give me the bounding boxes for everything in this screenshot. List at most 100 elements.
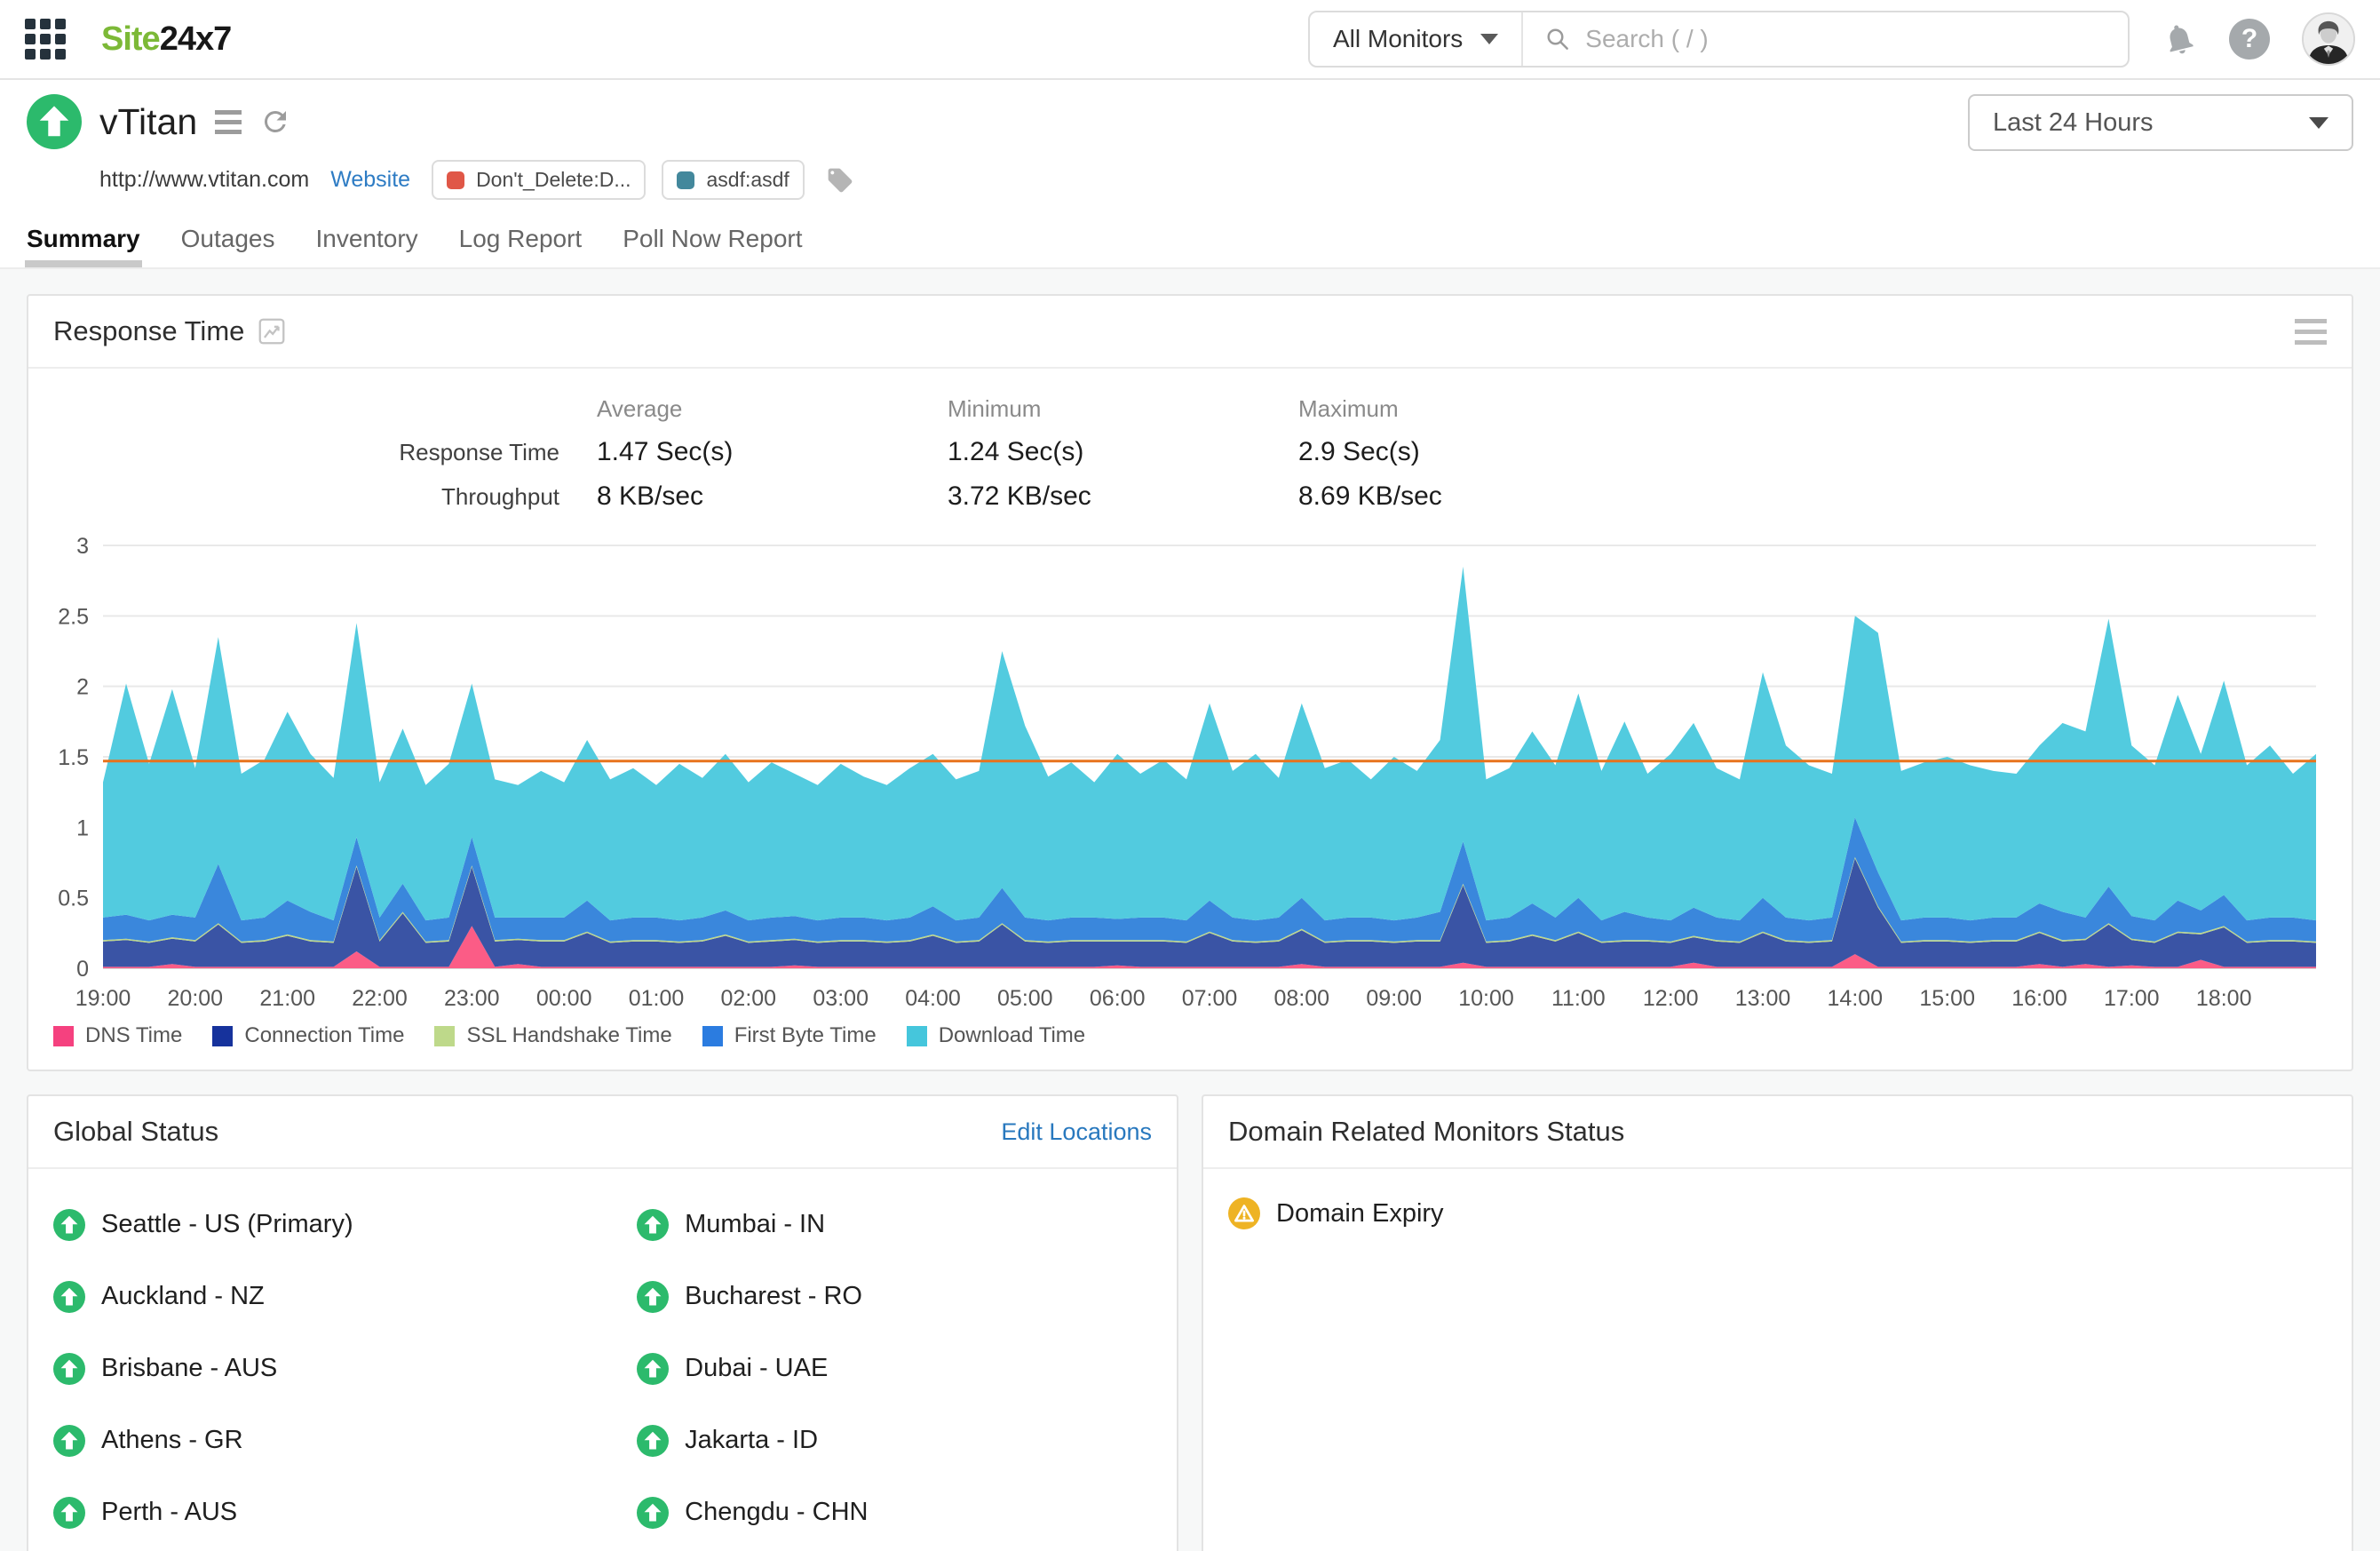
legend-swatch	[907, 1026, 927, 1046]
tab-log-report[interactable]: Log Report	[459, 225, 583, 267]
location-item-seattle-us-primary[interactable]: Seattle - US (Primary)	[53, 1189, 637, 1261]
svg-text:3: 3	[76, 534, 89, 559]
location-name: Seattle - US (Primary)	[101, 1210, 353, 1239]
notifications-bell-icon[interactable]	[2162, 21, 2197, 57]
search-field[interactable]	[1523, 25, 2128, 53]
response-time-card-title: Response Time	[53, 315, 244, 347]
svg-text:15:00: 15:00	[1919, 986, 1975, 1011]
tab-summary[interactable]: Summary	[27, 225, 140, 267]
svg-text:17:00: 17:00	[2104, 986, 2160, 1011]
help-icon[interactable]: ?	[2229, 19, 2270, 60]
response-time-chart[interactable]: 00.511.522.5319:0020:0021:0022:0023:0000…	[53, 531, 2323, 1011]
up-status-icon	[637, 1281, 669, 1313]
search-input[interactable]	[1585, 25, 2106, 53]
avatar-image	[2304, 14, 2353, 64]
global-search-combo: All Monitors	[1308, 11, 2130, 68]
global-status-card: Global Status Edit Locations Seattle - U…	[27, 1094, 1178, 1551]
card-menu-icon[interactable]	[2295, 319, 2327, 345]
tag-chip[interactable]: asdf:asdf	[662, 160, 804, 200]
legend-label: SSL Handshake Time	[466, 1023, 671, 1048]
legend-item-ssl-handshake-time[interactable]: SSL Handshake Time	[434, 1023, 671, 1048]
response-time-chart-wrap: 00.511.522.5319:0020:0021:0022:0023:0000…	[28, 517, 2352, 1011]
up-status-icon	[637, 1209, 669, 1241]
user-avatar[interactable]	[2302, 12, 2355, 66]
tab-outages[interactable]: Outages	[181, 225, 275, 267]
logo-24x7: 24x7	[160, 20, 232, 58]
time-range-dropdown[interactable]: Last 24 Hours	[1968, 94, 2353, 151]
location-item-mumbai-in[interactable]: Mumbai - IN	[637, 1189, 1152, 1261]
domain-monitor-item-domain-expiry[interactable]: Domain Expiry	[1228, 1197, 2327, 1229]
legend-swatch	[212, 1026, 233, 1046]
monitor-filter-label: All Monitors	[1333, 25, 1463, 53]
svg-text:23:00: 23:00	[444, 986, 500, 1011]
tab-poll-now-report[interactable]: Poll Now Report	[623, 225, 802, 267]
tab-inventory[interactable]: Inventory	[315, 225, 417, 267]
response-time-card: Response Time AverageMinimumMaximumRespo…	[27, 294, 2353, 1071]
legend-item-first-byte-time[interactable]: First Byte Time	[702, 1023, 877, 1048]
monitor-title: vTitan	[99, 101, 197, 143]
tag-icon[interactable]	[826, 166, 854, 195]
tag-color-swatch	[447, 171, 464, 189]
location-item-bucharest-ro[interactable]: Bucharest - RO	[637, 1261, 1152, 1332]
location-name: Athens - GR	[101, 1426, 243, 1455]
legend-swatch	[53, 1026, 74, 1046]
edit-locations-link[interactable]: Edit Locations	[1001, 1118, 1152, 1146]
stats-value-response-time-minimum: 1.24 Sec(s)	[948, 437, 1298, 467]
top-navigation-bar: Site24x7 All Monitors ?	[0, 0, 2380, 80]
location-item-dubai-uae[interactable]: Dubai - UAE	[637, 1332, 1152, 1404]
svg-text:2: 2	[76, 675, 89, 700]
global-status-title: Global Status	[53, 1116, 218, 1148]
svg-text:0.5: 0.5	[58, 887, 89, 911]
location-item-brisbane-aus[interactable]: Brisbane - AUS	[53, 1332, 637, 1404]
location-name: Brisbane - AUS	[101, 1354, 277, 1383]
domain-card-title: Domain Related Monitors Status	[1228, 1116, 1624, 1148]
svg-text:21:00: 21:00	[259, 986, 315, 1011]
legend-item-dns-time[interactable]: DNS Time	[53, 1023, 182, 1048]
stats-value-throughput-maximum: 8.69 KB/sec	[1298, 481, 2352, 512]
tag-chip[interactable]: Don't_Delete:D...	[432, 160, 646, 200]
up-status-icon	[53, 1209, 85, 1241]
location-name: Jakarta - ID	[685, 1426, 818, 1455]
svg-text:19:00: 19:00	[75, 986, 131, 1011]
chart-legend: DNS Time Connection Time SSL Handshake Tim…	[28, 1011, 2352, 1070]
svg-text:03:00: 03:00	[813, 986, 869, 1011]
svg-text:0: 0	[76, 957, 89, 982]
stats-value-response-time-maximum: 2.9 Sec(s)	[1298, 437, 2352, 467]
tag-color-swatch	[677, 171, 694, 189]
svg-text:12:00: 12:00	[1643, 986, 1699, 1011]
legend-label: Connection Time	[244, 1023, 404, 1048]
monitor-actions-menu-icon[interactable]	[215, 110, 242, 134]
location-item-perth-aus[interactable]: Perth - AUS	[53, 1476, 637, 1548]
app-launcher-icon[interactable]	[25, 19, 66, 60]
location-item-jakarta-id[interactable]: Jakarta - ID	[637, 1404, 1152, 1476]
trend-chart-icon[interactable]	[258, 318, 285, 345]
response-time-stats: AverageMinimumMaximumResponse Time1.47 S…	[28, 369, 2352, 517]
svg-text:1.5: 1.5	[58, 745, 89, 770]
monitor-filter-dropdown[interactable]: All Monitors	[1310, 12, 1523, 66]
locations-list: Seattle - US (Primary) Auckland - NZ Bri…	[28, 1169, 1177, 1551]
svg-text:16:00: 16:00	[2011, 986, 2067, 1011]
refresh-icon[interactable]	[259, 106, 291, 138]
monitor-type-link[interactable]: Website	[330, 167, 410, 193]
stats-value-throughput-average: 8 KB/sec	[597, 481, 948, 512]
location-item-chengdu-chn[interactable]: Chengdu - CHN	[637, 1476, 1152, 1548]
tag-label: asdf:asdf	[706, 168, 789, 192]
svg-text:09:00: 09:00	[1366, 986, 1422, 1011]
location-name: Mumbai - IN	[685, 1210, 825, 1239]
tag-label: Don't_Delete:D...	[476, 168, 631, 192]
svg-text:00:00: 00:00	[536, 986, 592, 1011]
svg-text:2.5: 2.5	[58, 604, 89, 629]
svg-text:20:00: 20:00	[168, 986, 224, 1011]
location-item-athens-gr[interactable]: Athens - GR	[53, 1404, 637, 1476]
site24x7-logo[interactable]: Site24x7	[101, 20, 231, 59]
svg-text:11:00: 11:00	[1551, 986, 1606, 1011]
domain-monitors-list: Domain Expiry	[1203, 1169, 2352, 1258]
up-status-icon	[637, 1353, 669, 1385]
up-status-icon	[53, 1425, 85, 1457]
legend-item-connection-time[interactable]: Connection Time	[212, 1023, 404, 1048]
warning-status-icon	[1228, 1197, 1260, 1229]
location-item-auckland-nz[interactable]: Auckland - NZ	[53, 1261, 637, 1332]
legend-item-download-time[interactable]: Download Time	[907, 1023, 1085, 1048]
stats-value-response-time-average: 1.47 Sec(s)	[597, 437, 948, 467]
up-status-icon	[637, 1497, 669, 1529]
